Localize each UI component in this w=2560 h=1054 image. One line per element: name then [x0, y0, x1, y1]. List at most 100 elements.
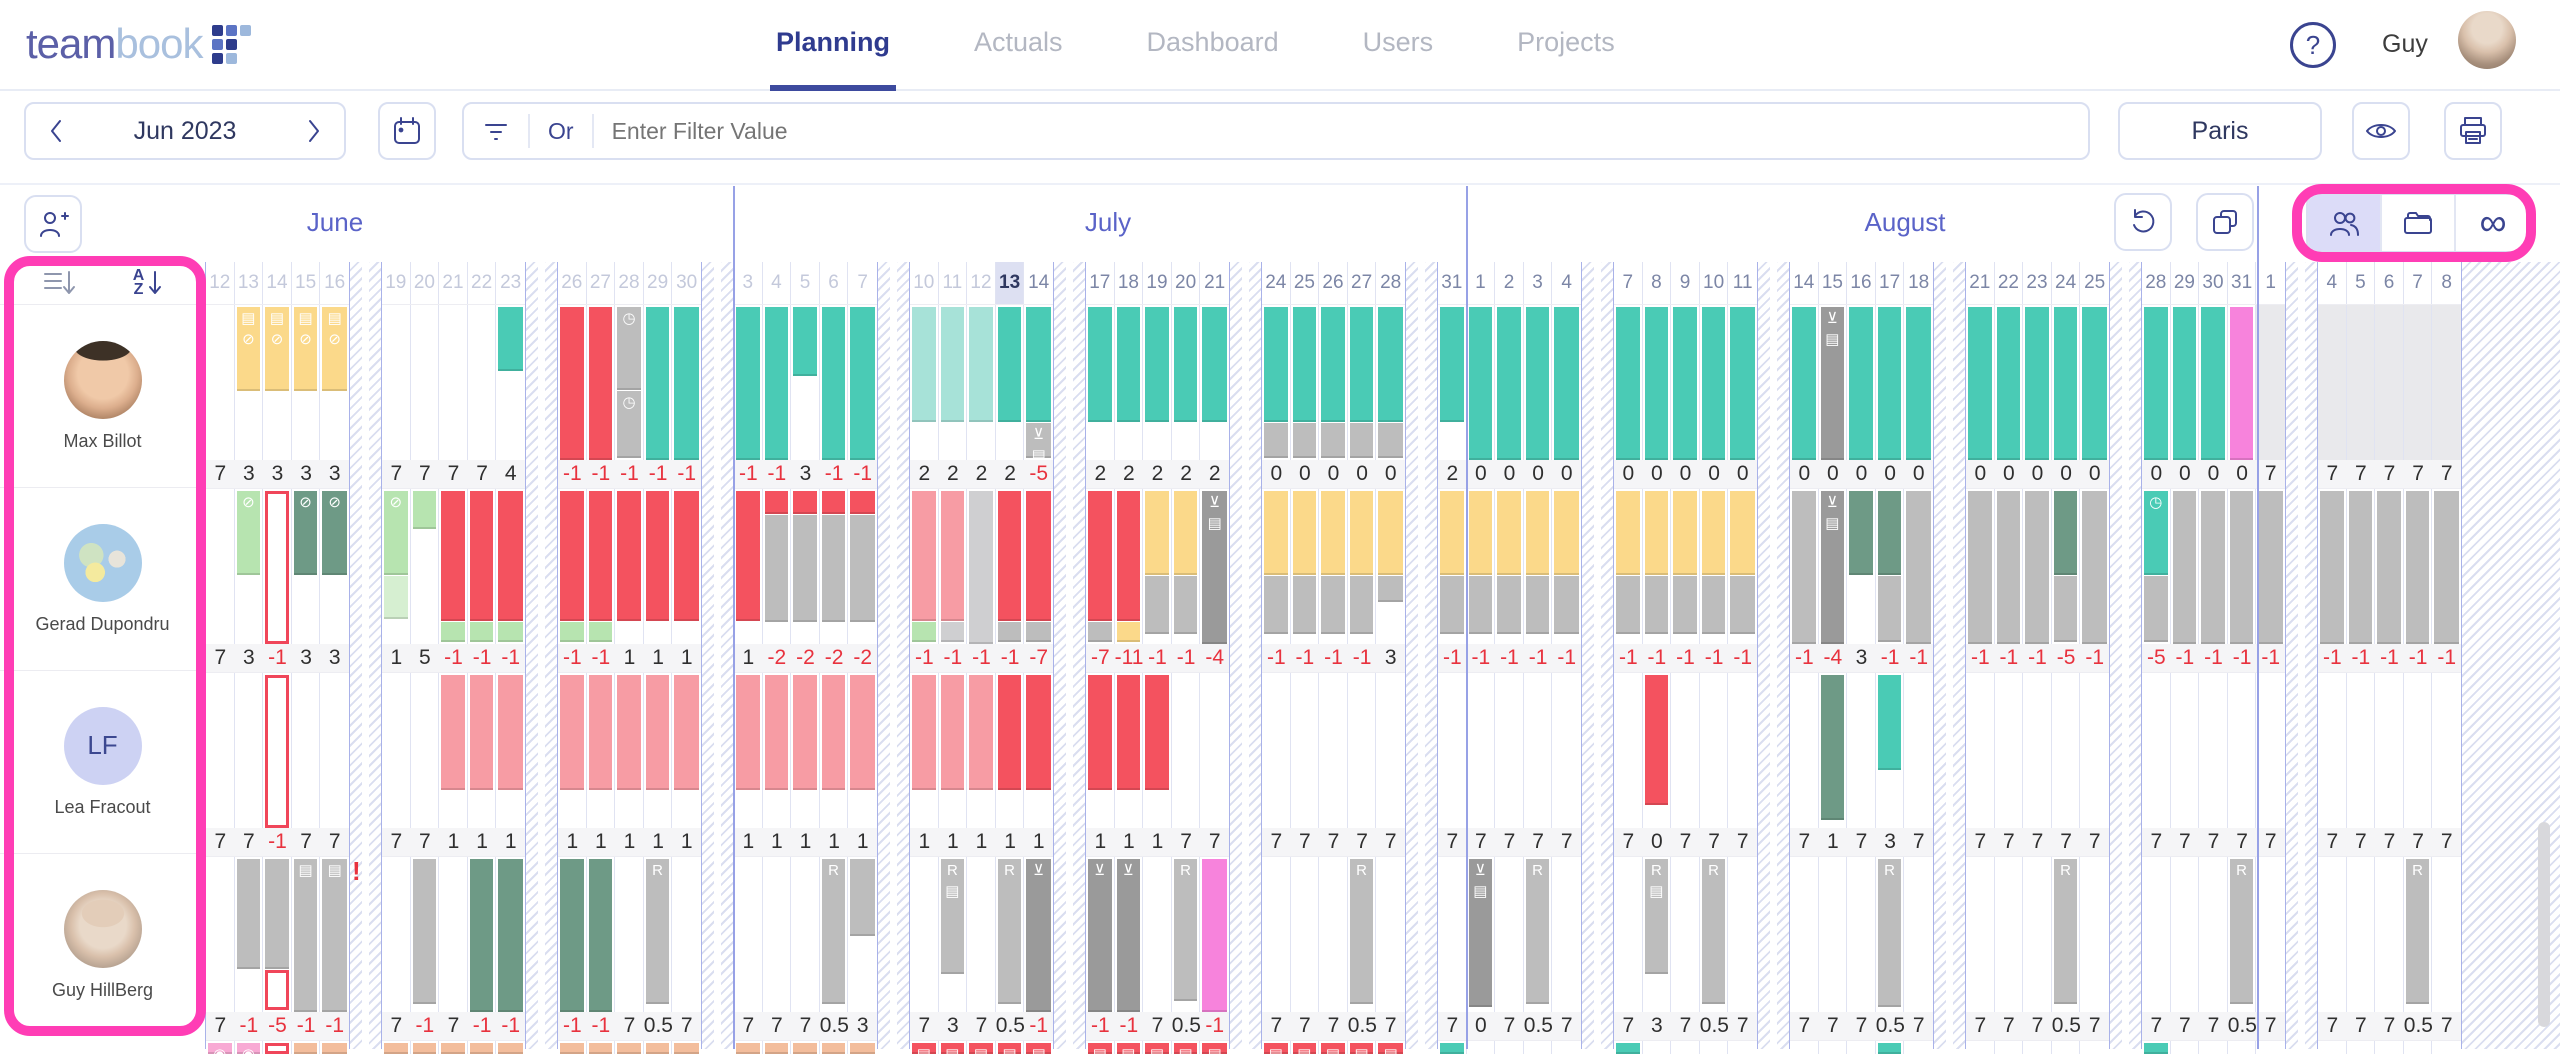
day-cell[interactable] — [1438, 857, 1467, 1012]
booking-bar-teal[interactable] — [1702, 307, 1726, 460]
day-cell[interactable] — [615, 857, 644, 1012]
booking-bar-sage[interactable] — [470, 859, 494, 1012]
booking-bar-grayD[interactable]: ⊻ — [1117, 859, 1141, 1012]
day-cell[interactable]: ▤ — [910, 1041, 939, 1054]
day-cell[interactable] — [734, 673, 763, 828]
day-cell[interactable] — [1524, 1041, 1553, 1054]
day-cell[interactable] — [235, 673, 264, 828]
day-label[interactable]: 3 — [734, 262, 763, 304]
booking-bar-grayL[interactable] — [1526, 576, 1550, 634]
booking-bar-red[interactable] — [470, 491, 494, 621]
day-label[interactable]: 25 — [2080, 262, 2109, 304]
day-cell[interactable] — [2228, 673, 2257, 828]
day-cell[interactable] — [791, 1041, 820, 1054]
day-cell[interactable] — [910, 857, 939, 1012]
print-button[interactable] — [2444, 102, 2502, 160]
day-cell[interactable] — [791, 673, 820, 828]
day-cell[interactable] — [1904, 673, 1933, 828]
day-cell[interactable] — [1904, 857, 1933, 1012]
day-label[interactable]: 1 — [1467, 262, 1496, 304]
booking-bar-redP[interactable] — [560, 675, 584, 790]
day-cell[interactable] — [1728, 857, 1757, 1012]
day-cell[interactable] — [2256, 857, 2285, 1012]
day-label[interactable]: 13 — [996, 262, 1025, 304]
booking-bar-grayL[interactable]: R — [1526, 859, 1550, 1004]
day-cell[interactable] — [1643, 1041, 1672, 1054]
day-cell[interactable] — [1790, 305, 1819, 460]
day-label[interactable]: 5 — [2347, 262, 2376, 304]
day-cell[interactable] — [2080, 305, 2109, 460]
day-label[interactable]: 29 — [644, 262, 673, 304]
day-cell[interactable] — [848, 305, 877, 460]
day-cell[interactable] — [763, 489, 792, 644]
day-cell[interactable] — [1143, 857, 1172, 1012]
custom-sort-icon[interactable] — [43, 270, 77, 296]
day-cell[interactable] — [1086, 673, 1115, 828]
day-cell[interactable] — [496, 857, 525, 1012]
day-cell[interactable]: R — [2404, 857, 2433, 1012]
day-cell[interactable] — [558, 857, 587, 1012]
day-label[interactable]: 31 — [2228, 262, 2257, 304]
day-cell[interactable] — [2199, 489, 2228, 644]
booking-bar-teal[interactable] — [1264, 307, 1288, 422]
booking-bar-y[interactable] — [1174, 491, 1198, 575]
day-label[interactable]: 8 — [2432, 262, 2461, 304]
booking-bar-teal[interactable] — [1878, 307, 1902, 460]
day-cell[interactable] — [2052, 1041, 2081, 1054]
day-cell[interactable] — [439, 1041, 468, 1054]
day-cell[interactable] — [910, 489, 939, 644]
booking-bar-grayL[interactable] — [2144, 576, 2168, 642]
booking-bar-grayL[interactable] — [2230, 491, 2254, 644]
booking-bar-sage[interactable]: ⊘ — [294, 491, 318, 575]
day-label[interactable]: 23 — [496, 262, 525, 304]
booking-bar-outl[interactable] — [265, 491, 289, 644]
day-cell[interactable] — [1376, 489, 1405, 644]
day-cell[interactable] — [763, 857, 792, 1012]
day-cell[interactable] — [615, 489, 644, 644]
day-cell[interactable] — [820, 305, 849, 460]
booking-bar-grayD[interactable]: ⊻ — [1088, 859, 1112, 1012]
booking-bar-grayL[interactable] — [1174, 576, 1198, 634]
day-cell[interactable] — [996, 673, 1025, 828]
day-cell[interactable] — [558, 305, 587, 460]
booking-bar-grayL[interactable] — [998, 622, 1022, 642]
day-cell[interactable] — [672, 305, 701, 460]
booking-bar-teal[interactable] — [1088, 307, 1112, 422]
day-label[interactable]: 27 — [587, 262, 616, 304]
day-label[interactable]: 19 — [1143, 262, 1172, 304]
day-cell[interactable] — [672, 489, 701, 644]
day-cell[interactable] — [1614, 857, 1643, 1012]
day-cell[interactable] — [848, 857, 877, 1012]
day-cell[interactable] — [411, 857, 440, 1012]
day-cell[interactable] — [411, 489, 440, 644]
day-cell[interactable] — [1614, 305, 1643, 460]
booking-bar-redP[interactable] — [850, 675, 875, 790]
day-cell[interactable] — [1438, 673, 1467, 828]
day-cell[interactable] — [1319, 305, 1348, 460]
booking-bar-teal[interactable] — [1730, 307, 1755, 460]
day-cell[interactable] — [2023, 1041, 2052, 1054]
booking-bar-sage[interactable] — [1849, 491, 1873, 575]
booking-bar-grayL[interactable] — [2320, 491, 2344, 644]
day-cell[interactable] — [1552, 673, 1581, 828]
day-cell[interactable] — [292, 673, 321, 828]
day-cell[interactable] — [1671, 673, 1700, 828]
day-cell[interactable] — [1876, 1041, 1905, 1054]
booking-bar-sage[interactable]: ⊘ — [322, 491, 347, 575]
day-cell[interactable] — [1143, 673, 1172, 828]
day-cell[interactable]: ⊻▤ — [1200, 489, 1229, 644]
day-label[interactable]: 23 — [2023, 262, 2052, 304]
day-cell[interactable] — [587, 305, 616, 460]
current-month-label[interactable]: Jun 2023 — [134, 117, 237, 146]
booking-bar-redP[interactable] — [793, 675, 817, 790]
day-cell[interactable] — [1728, 305, 1757, 460]
day-cell[interactable]: ⊘ — [292, 489, 321, 644]
day-cell[interactable] — [1438, 305, 1467, 460]
booking-bar-y[interactable] — [1702, 491, 1726, 575]
filter-icon[interactable] — [482, 119, 510, 143]
day-cell[interactable] — [206, 673, 235, 828]
day-cell[interactable] — [2318, 673, 2347, 828]
booking-bar-teal[interactable] — [2173, 307, 2197, 460]
day-cell[interactable]: R — [996, 857, 1025, 1012]
day-cell[interactable] — [848, 673, 877, 828]
